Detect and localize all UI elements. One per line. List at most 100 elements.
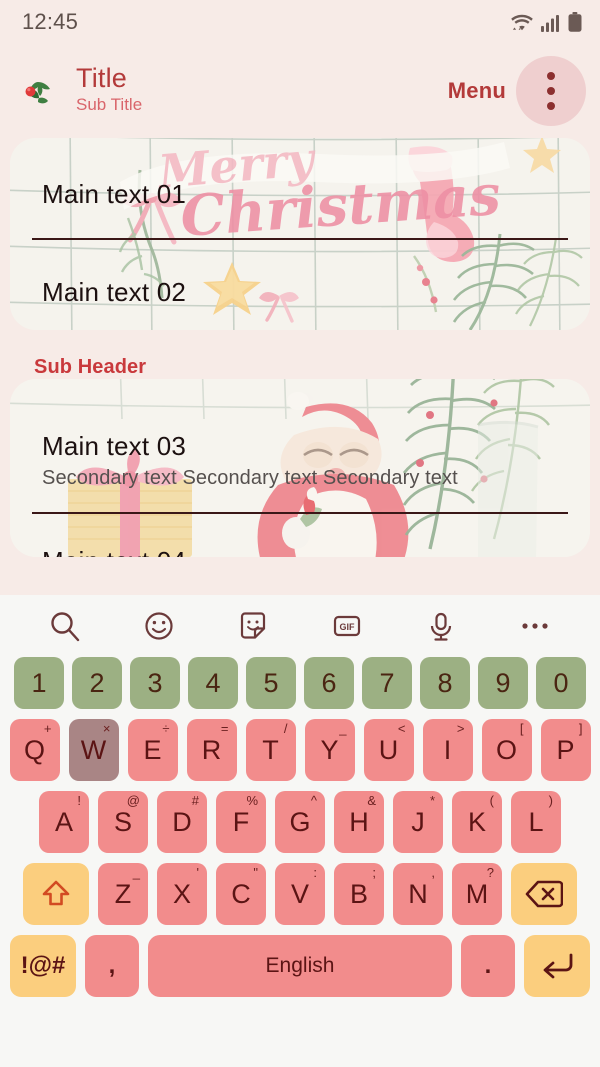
key-7[interactable]: 7 [362, 657, 412, 709]
key-q-label: Q [23, 734, 45, 765]
overflow-dot [547, 72, 555, 80]
key-w[interactable]: × W [68, 719, 119, 781]
key-k-label: K [467, 806, 486, 837]
symbols-key[interactable]: !@# [10, 935, 76, 997]
key-l[interactable]: ) L [511, 791, 561, 853]
key-j-alt: * [429, 793, 435, 808]
key-t-label: T [262, 734, 279, 765]
key-v-label: V [290, 878, 309, 909]
overflow-dot [547, 87, 555, 95]
key-i[interactable]: > I [422, 719, 473, 781]
page-subtitle: Sub Title [76, 95, 143, 115]
key-q[interactable]: + Q [9, 719, 60, 781]
virtual-keyboard: GIF 1 2 3 4 5 6 7 8 9 0 + Q × W ÷ E = R … [0, 595, 600, 1067]
key-t[interactable]: / T [245, 719, 296, 781]
key-k-alt: ( [489, 793, 494, 808]
key-f[interactable]: % F [216, 791, 266, 853]
key-k[interactable]: (K [452, 791, 502, 853]
key-b[interactable]: ; B [334, 863, 384, 925]
holly-icon [18, 74, 58, 114]
key-8[interactable]: 8 [420, 657, 470, 709]
key-a-label: A [54, 806, 73, 837]
key-j[interactable]: * J [393, 791, 443, 853]
shift-arrow-icon[interactable] [23, 863, 89, 925]
key-m-alt: ? [486, 865, 494, 880]
keyboard-toolbar: GIF [0, 595, 600, 657]
key-s[interactable]: @ S [98, 791, 148, 853]
key-z[interactable]: _ Z [98, 863, 148, 925]
key-h[interactable]: & H [334, 791, 384, 853]
key-z-alt: _ [132, 865, 140, 880]
key-e[interactable]: ÷ E [127, 719, 178, 781]
key-4[interactable]: 4 [188, 657, 238, 709]
key-a-alt: ! [77, 793, 81, 808]
sticker-icon[interactable] [230, 603, 276, 649]
key-v-alt: : [313, 865, 317, 880]
key-j-label: J [411, 806, 425, 837]
key-g-alt: ^ [310, 793, 317, 808]
key-c-label: C [231, 878, 251, 909]
key-y[interactable]: _ Y [304, 719, 355, 781]
key-x[interactable]: ' X [157, 863, 207, 925]
list-item[interactable]: Main text 04 [42, 546, 186, 557]
keyboard-row-bottom: !@# , English . [0, 935, 600, 997]
comma-key[interactable]: , [85, 935, 139, 997]
key-x-label: X [172, 878, 191, 909]
menu-button[interactable]: Menu [448, 78, 506, 104]
key-r[interactable]: = R [186, 719, 237, 781]
key-m[interactable]: ? M [452, 863, 502, 925]
key-i-alt: > [456, 721, 465, 736]
key-l-label: L [528, 806, 544, 837]
key-c[interactable]: " C [216, 863, 266, 925]
list-item[interactable]: Main text 01 [42, 179, 186, 210]
key-u-alt: < [397, 721, 406, 736]
status-bar: 12:45 [0, 0, 600, 44]
key-o[interactable]: [O [481, 719, 532, 781]
backspace-icon[interactable] [511, 863, 577, 925]
key-r-label: R [201, 734, 222, 765]
microphone-icon[interactable] [418, 603, 464, 649]
key-g[interactable]: ^ G [275, 791, 325, 853]
key-5[interactable]: 5 [246, 657, 296, 709]
key-p-label: P [556, 734, 575, 765]
key-2[interactable]: 2 [72, 657, 122, 709]
spacebar[interactable]: English [148, 935, 452, 997]
app-header: Title Sub Title Menu [0, 44, 600, 138]
key-3[interactable]: 3 [130, 657, 180, 709]
key-i-label: I [443, 734, 452, 765]
search-icon[interactable] [42, 603, 88, 649]
key-1[interactable]: 1 [14, 657, 64, 709]
gif-icon[interactable]: GIF [324, 603, 370, 649]
status-clock: 12:45 [22, 9, 79, 34]
key-f-alt: % [246, 793, 258, 808]
key-0[interactable]: 0 [536, 657, 586, 709]
key-9[interactable]: 9 [478, 657, 528, 709]
list-item[interactable]: Main text 02 [42, 277, 186, 308]
wifi-icon [510, 12, 534, 33]
page-title: Title [76, 63, 128, 93]
key-h-label: H [349, 806, 369, 837]
more-horizontal-icon[interactable] [512, 603, 558, 649]
key-u[interactable]: < U [363, 719, 414, 781]
keyboard-row-zxcv: _ Z ' X " C :V ; B ,N ? M [0, 863, 600, 925]
key-h-alt: & [367, 793, 376, 808]
key-m-label: M [465, 878, 489, 909]
row-divider [32, 238, 568, 240]
key-d[interactable]: # D [157, 791, 207, 853]
list-item[interactable]: Main text 03 [42, 431, 186, 462]
enter-return-icon[interactable] [524, 935, 590, 997]
key-6[interactable]: 6 [304, 657, 354, 709]
cellular-signal-icon [541, 14, 561, 33]
key-w-label: W [80, 734, 107, 765]
key-d-alt: # [191, 793, 199, 808]
key-v[interactable]: :V [275, 863, 325, 925]
period-key[interactable]: . [461, 935, 515, 997]
more-vertical-icon[interactable] [516, 56, 586, 126]
card-two[interactable]: Main text 03 Secondary text Secondary te… [10, 379, 590, 557]
emoji-icon[interactable] [136, 603, 182, 649]
svg-text:GIF: GIF [340, 622, 356, 632]
key-a[interactable]: ! A [39, 791, 89, 853]
card-one[interactable]: Merry Christmas Main text 01 Main text 0… [10, 138, 590, 330]
key-p[interactable]: ] P [540, 719, 591, 781]
key-n[interactable]: ,N [393, 863, 443, 925]
